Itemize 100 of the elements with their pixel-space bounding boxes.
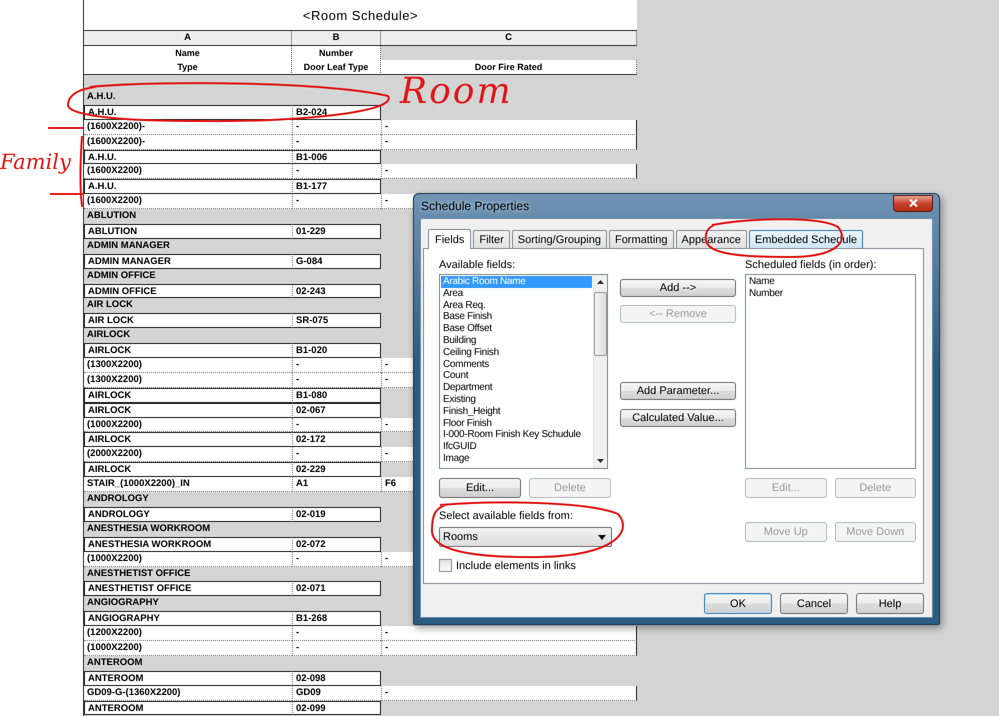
table-cell: 02-098 bbox=[292, 670, 381, 686]
group-heading: ANESTHESIA WORKROOM bbox=[87, 522, 210, 534]
group-heading: ANGIOGRAPHY bbox=[87, 597, 159, 608]
list-item[interactable]: Area bbox=[441, 288, 592, 300]
list-item[interactable]: Comments bbox=[441, 358, 592, 370]
table-cell: - bbox=[381, 164, 637, 180]
column-header: Name bbox=[84, 46, 292, 61]
tab[interactable]: Sorting/Grouping bbox=[512, 230, 607, 248]
table-cell: (1300X2200) bbox=[84, 358, 292, 373]
field-label: Scheduled fields (in order): bbox=[745, 259, 878, 273]
table-cell: ANDROLOGY bbox=[84, 506, 292, 522]
tab[interactable]: Filter bbox=[473, 230, 510, 248]
column-letter[interactable]: A bbox=[84, 31, 292, 45]
group-heading: ADMIN OFFICE bbox=[87, 270, 156, 281]
table-cell: - bbox=[292, 372, 381, 388]
table-cell: - bbox=[292, 640, 381, 656]
table-cell: - bbox=[381, 120, 637, 135]
table-cell: (1200X2200) bbox=[84, 626, 292, 641]
table-cell: B1-006 bbox=[292, 150, 381, 164]
table-cell: ANTEROOM bbox=[84, 670, 292, 686]
dropdown-arrow-icon bbox=[598, 534, 606, 540]
table-cell: - bbox=[292, 120, 381, 135]
column-letter[interactable]: C bbox=[381, 31, 637, 45]
list-item[interactable]: Existing bbox=[441, 394, 592, 406]
table-cell: SR-075 bbox=[292, 313, 381, 328]
dialog-button[interactable]: Cancel bbox=[780, 593, 848, 614]
handwritten-note: Room bbox=[400, 75, 513, 109]
table-cell: 02-099 bbox=[292, 700, 381, 716]
field-button[interactable]: Calculated Value... bbox=[620, 409, 736, 427]
list-item[interactable]: Building bbox=[441, 334, 592, 347]
field-button[interactable]: Add --> bbox=[620, 279, 736, 297]
table-cell: A.H.U. bbox=[84, 150, 292, 164]
table-cell: - bbox=[381, 640, 637, 656]
table-cell: - bbox=[292, 626, 381, 641]
table-cell: ANTEROOM bbox=[84, 700, 292, 716]
field-label: Select available fields from: bbox=[439, 510, 574, 524]
table-cell: 02-067 bbox=[292, 402, 381, 418]
table-cell: ABLUTION bbox=[84, 224, 292, 239]
dialog-button[interactable]: OK bbox=[704, 593, 772, 614]
table-cell: - bbox=[381, 686, 637, 701]
table-cell: ANGIOGRAPHY bbox=[84, 611, 292, 626]
scroll-thumb[interactable] bbox=[594, 292, 607, 356]
group-heading: ANESTHETIST OFFICE bbox=[87, 568, 190, 578]
column-header: Door Leaf Type bbox=[292, 60, 381, 75]
table-cell: G-084 bbox=[292, 254, 381, 269]
list-item[interactable]: Number bbox=[747, 288, 914, 300]
close-button[interactable] bbox=[893, 194, 933, 212]
column-letter[interactable]: B bbox=[292, 31, 381, 45]
field-label: Available fields: bbox=[439, 259, 516, 273]
table-cell: B1-268 bbox=[292, 611, 381, 626]
table-cell: 02-071 bbox=[292, 581, 381, 596]
table-cell: GD09 bbox=[292, 686, 381, 701]
list-item[interactable]: Image bbox=[441, 452, 592, 465]
group-heading: ABLUTION bbox=[87, 210, 136, 222]
column-header: Door Fire Rated bbox=[381, 60, 637, 75]
table-cell: A.H.U. bbox=[84, 104, 292, 120]
table-cell: - bbox=[381, 626, 637, 641]
table-cell: - bbox=[292, 134, 381, 150]
dialog-button[interactable]: Help bbox=[856, 593, 924, 614]
table-cell: AIRLOCK bbox=[84, 343, 292, 358]
list-item[interactable]: Finish_Height bbox=[441, 406, 592, 418]
source-dropdown[interactable]: Rooms bbox=[439, 527, 612, 547]
group-heading: AIR LOCK bbox=[87, 299, 133, 310]
table-cell: B1-080 bbox=[292, 388, 381, 403]
list-button[interactable]: Edit... bbox=[439, 478, 521, 498]
table-cell: 01-229 bbox=[292, 224, 381, 239]
table-cell: 02-172 bbox=[292, 432, 381, 448]
table-cell: - bbox=[292, 418, 381, 432]
list-item[interactable]: Area Req. bbox=[441, 300, 592, 312]
list-item[interactable]: Base Finish bbox=[441, 311, 592, 324]
scrollbar[interactable] bbox=[593, 275, 607, 468]
table-cell: 02-243 bbox=[292, 284, 381, 298]
table-cell: (1600X2200) bbox=[84, 164, 292, 180]
table-cell: A1 bbox=[292, 477, 381, 492]
table-cell: (1000X2200) bbox=[84, 640, 292, 656]
table-cell: - bbox=[292, 552, 381, 566]
schedule-title: <Room Schedule> bbox=[302, 8, 418, 22]
list-item[interactable]: Name bbox=[747, 276, 914, 288]
table-cell: STAIR_(1000X2200)_IN bbox=[84, 477, 292, 492]
available-fields-list[interactable]: Arabic Room Name Area Area Req. Base Finish Base Offset Building Ceiling Finish Comments Count Department Existing Finish_Height Floor Finish I-000-Room Finish Key Schudule IfcGUID Image bbox=[439, 274, 608, 469]
tab[interactable]: Fields bbox=[428, 229, 472, 249]
table-cell: - bbox=[292, 358, 381, 373]
list-item[interactable]: Floor Finish bbox=[441, 418, 592, 430]
close-icon bbox=[908, 199, 918, 207]
tab[interactable]: Formatting bbox=[608, 230, 674, 248]
scroll-up-icon bbox=[597, 280, 604, 284]
scheduled-fields-list[interactable]: Name Number bbox=[745, 274, 916, 469]
table-cell: AIR LOCK bbox=[84, 313, 292, 328]
list-item[interactable]: Ceiling Finish bbox=[441, 346, 592, 359]
table-cell: B1-177 bbox=[292, 179, 381, 194]
table-cell: GD09-G-(1360X2200) bbox=[84, 686, 292, 701]
list-item[interactable]: Count bbox=[441, 370, 592, 382]
table-cell: AIRLOCK bbox=[84, 402, 292, 418]
field-button[interactable]: Add Parameter... bbox=[620, 382, 736, 400]
group-heading: ANTEROOM bbox=[87, 656, 142, 668]
table-cell: (1000X2200) bbox=[84, 552, 292, 566]
list-item[interactable]: Base Offset bbox=[441, 323, 592, 335]
table-cell: A.H.U. bbox=[84, 179, 292, 194]
group-heading: ANDROLOGY bbox=[87, 493, 149, 504]
table-cell: (2000X2200) bbox=[84, 447, 292, 462]
